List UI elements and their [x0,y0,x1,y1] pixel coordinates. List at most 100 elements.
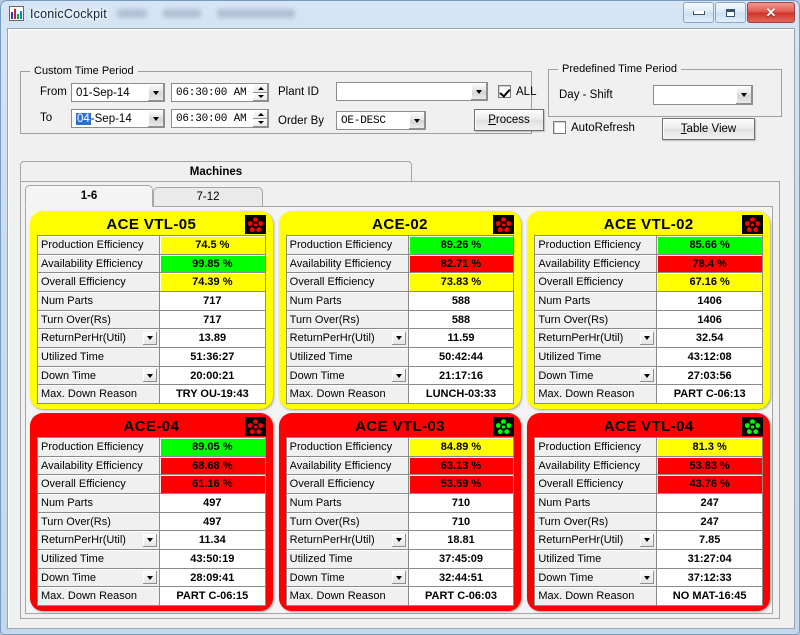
machine-row-label-text: Utilized Time [538,350,602,363]
machine-status-icon[interactable] [493,215,515,234]
machine-row-label-return_per_hr[interactable]: ReturnPerHr(Util) [286,531,408,550]
maximize-button[interactable] [715,2,746,23]
plant-id-dropdown-button[interactable] [470,83,487,100]
machine-row-utilized_time: Utilized Time 37:45:09 [286,550,514,568]
machine-status-icon[interactable] [244,215,266,234]
down_time-dropdown-button[interactable] [640,571,655,585]
machine-row-label-down_time[interactable]: Down Time [38,366,159,385]
machine-row-label-down_time[interactable]: Down Time [535,366,657,385]
machine-row-label-return_per_hr[interactable]: ReturnPerHr(Util) [535,329,657,348]
table-view-button-rest: able View [686,123,737,135]
down_time-dropdown-button[interactable] [391,571,406,585]
machine-value-num_parts: 710 [408,494,514,512]
from-time-spinner[interactable]: 06:30:00 AM [171,83,269,102]
machine-row-label-text: ReturnPerHr(Util) [289,534,375,547]
from-time-spin-down[interactable] [253,92,268,101]
machine-name: ACE VTL-02 [603,216,694,233]
process-button-label: Process [488,114,530,126]
plant-id-combo[interactable] [336,82,488,101]
machine-value-return_per_hr: 13.89 [160,329,265,348]
machine-row-label-return_per_hr[interactable]: ReturnPerHr(Util) [535,531,657,550]
machine-row-label-text: Production Efficiency [289,440,393,453]
machine-row-availability_efficiency: Availability Efficiency 53.83 % [535,456,762,475]
machine-row-label-down_time[interactable]: Down Time [286,568,408,587]
machine-row-label-down_time[interactable]: Down Time [535,568,657,587]
machine-row-down_time: Down Time 37:12:33 [535,568,762,587]
to-time-spin-buttons[interactable] [253,110,268,127]
machine-row-label-return_per_hr[interactable]: ReturnPerHr(Util) [286,329,408,348]
down_time-dropdown-button[interactable] [640,369,655,383]
return_per_hr-dropdown-button[interactable] [640,533,655,547]
tab-machines-7-12-label: 7-12 [196,191,220,203]
chevron-down-icon [395,336,402,341]
return_per_hr-dropdown-button[interactable] [640,331,655,345]
chevron-down-icon [395,373,402,378]
chevron-down-icon [147,538,153,543]
order-by-dropdown-button[interactable] [408,112,425,129]
machine-row-label-return_per_hr[interactable]: ReturnPerHr(Util) [38,329,159,348]
machine-status-icon[interactable] [493,417,515,436]
machine-row-label-text: Overall Efficiency [538,478,624,491]
machine-status-icon[interactable] [244,417,266,436]
title-bar: IconicCockpit ✕ [1,1,799,26]
all-checkbox[interactable]: ALL [498,85,536,98]
machine-row-label-down_time[interactable]: Down Time [286,366,408,385]
machine-value-utilized_time: 43:50:19 [160,550,265,568]
machine-row-label-text: Availability Efficiency [538,459,641,472]
from-date-dropdown-button[interactable] [147,84,164,101]
down_time-dropdown-button[interactable] [143,571,157,585]
minimize-button[interactable] [683,2,714,23]
machine-value-down_time: 27:03:56 [657,366,762,385]
return_per_hr-dropdown-button[interactable] [143,533,157,547]
to-time-spin-down[interactable] [253,118,268,127]
machine-row-label-text: Num Parts [289,294,342,307]
machine-row-label-text: Availability Efficiency [289,459,392,472]
down_time-dropdown-button[interactable] [143,369,157,383]
from-date-combo[interactable]: 01-Sep-14 [71,83,165,102]
table-view-button[interactable]: Table View [662,118,755,140]
day-shift-dropdown-button[interactable] [735,86,752,104]
machine-row-label-num_parts: Num Parts [286,292,408,310]
tab-machines-7-12[interactable]: 7-12 [153,187,263,207]
to-date-dropdown-button[interactable] [147,110,164,127]
tab-machines[interactable]: Machines [20,161,412,182]
order-by-combo[interactable]: OE-DESC [336,111,426,130]
machine-row-turn_over: Turn Over(Rs) 588 [286,310,514,329]
to-time-spinner[interactable]: 06:30:00 AM [171,109,269,128]
close-button[interactable]: ✕ [747,2,795,23]
machine-row-utilized_time: Utilized Time 31:27:04 [535,550,762,568]
machine-row-label-production_efficiency: Production Efficiency [535,236,657,254]
machine-row-label-return_per_hr[interactable]: ReturnPerHr(Util) [38,531,159,550]
from-time-spin-up[interactable] [253,84,268,93]
machine-value-down_time: 37:12:33 [657,568,762,587]
machine-value-num_parts: 497 [160,494,265,512]
day-shift-combo[interactable] [653,85,753,105]
from-time-value: 06:30:00 AM [176,86,247,99]
return_per_hr-dropdown-button[interactable] [391,331,406,345]
machine-row-label-num_parts: Num Parts [535,292,657,310]
machine-status-icon[interactable] [742,215,763,234]
down_time-dropdown-button[interactable] [391,369,406,383]
machine-row-label-text: Overall Efficiency [289,478,375,491]
machine-row-label-text: Overall Efficiency [41,276,126,289]
from-time-spin-buttons[interactable] [253,84,268,101]
chevron-down-icon [395,575,402,580]
machine-row-label-down_time[interactable]: Down Time [38,568,159,587]
chevron-down-icon [644,373,651,378]
fan-status-icon [744,216,761,232]
machine-row-utilized_time: Utilized Time 50:42:44 [286,348,514,366]
autorefresh-checkbox[interactable]: AutoRefresh [553,121,635,134]
fan-status-icon [247,216,263,232]
process-button[interactable]: Process [474,109,544,131]
to-date-selected-segment: 04 [76,112,91,125]
return_per_hr-dropdown-button[interactable] [391,533,406,547]
to-time-spin-up[interactable] [253,110,268,119]
return_per_hr-dropdown-button[interactable] [143,331,157,345]
machine-row-return_per_hr: ReturnPerHr(Util) 7.85 [535,531,762,550]
machine-metrics-table: Production Efficiency 85.66 % Availability… [534,235,763,404]
to-date-combo[interactable]: 04-Sep-14 [71,109,165,128]
machine-status-icon[interactable] [742,417,763,436]
tab-machines-1-6[interactable]: 1-6 [25,185,153,207]
from-date-value: 01-Sep-14 [76,86,130,99]
machine-metrics-table: Production Efficiency 84.89 % Availability… [285,437,515,606]
